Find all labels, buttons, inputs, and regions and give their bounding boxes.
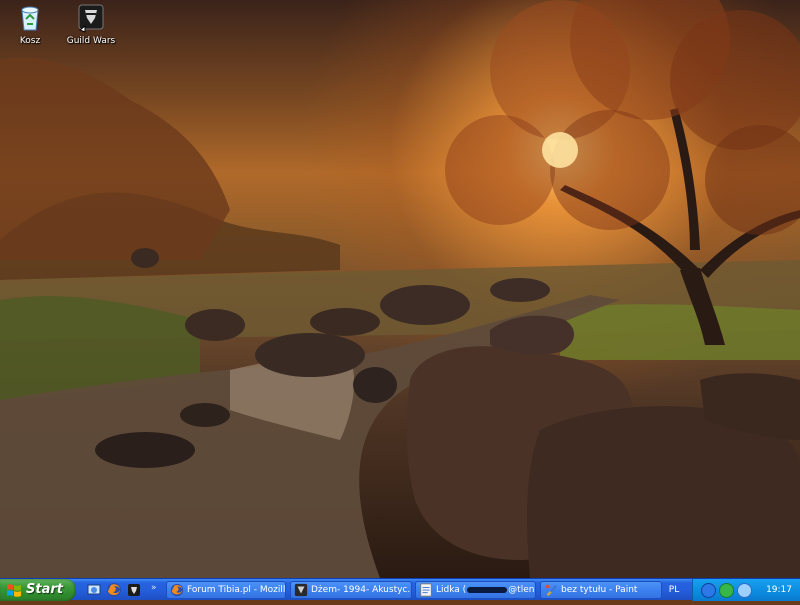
show-desktop-icon[interactable]: [86, 582, 102, 598]
taskbar-button-tlen[interactable]: Lidka ( @tlen....: [415, 581, 536, 599]
guild-wars-quicklaunch-icon[interactable]: [126, 582, 142, 598]
recycle-bin-icon: [14, 2, 46, 34]
tlen-icon: [419, 583, 433, 597]
system-tray: PL 19:17: [669, 579, 800, 601]
taskbar-button-label: Forum Tibia.pl - Mozill...: [187, 585, 286, 595]
desktop-icon-guild-wars[interactable]: Guild Wars: [56, 2, 126, 47]
firefox-icon[interactable]: [106, 582, 122, 598]
language-indicator[interactable]: PL: [661, 579, 687, 601]
taskbar-button-paint[interactable]: bez tytułu - Paint: [540, 581, 662, 599]
taskbar-button-label: bez tytułu - Paint: [561, 585, 638, 595]
taskbar-button-label-suffix: @tlen....: [508, 585, 535, 595]
firefox-icon: [170, 583, 184, 597]
desktop-wallpaper: [0, 0, 800, 578]
chevron-right-icon[interactable]: »: [151, 583, 157, 593]
network-icon[interactable]: [701, 583, 716, 598]
windows-logo-icon: [6, 583, 22, 597]
guild-wars-icon: [75, 2, 107, 34]
paint-icon: [544, 583, 558, 597]
start-label: Start: [26, 582, 63, 597]
security-shield-icon[interactable]: [719, 583, 734, 598]
taskbar-button-firefox[interactable]: Forum Tibia.pl - Mozill...: [166, 581, 286, 599]
redaction-bar: [467, 586, 508, 593]
wallpaper-landscape: [0, 0, 800, 578]
volume-icon[interactable]: [737, 583, 752, 598]
clock[interactable]: 19:17: [766, 579, 792, 601]
taskbar: Start » Forum Tibia.pl - Mozill... Dżem-…: [0, 578, 800, 601]
quick-launch-bar: »: [82, 581, 162, 599]
winamp-icon: [294, 583, 308, 597]
taskbar-button-label: Lidka (: [436, 585, 467, 595]
start-button[interactable]: Start: [0, 579, 76, 601]
desktop-icon-label: Guild Wars: [66, 36, 116, 46]
taskbar-button-label: Dżem- 1994- Akustyc...: [311, 585, 412, 595]
taskbar-button-winamp[interactable]: Dżem- 1994- Akustyc...: [290, 581, 412, 599]
